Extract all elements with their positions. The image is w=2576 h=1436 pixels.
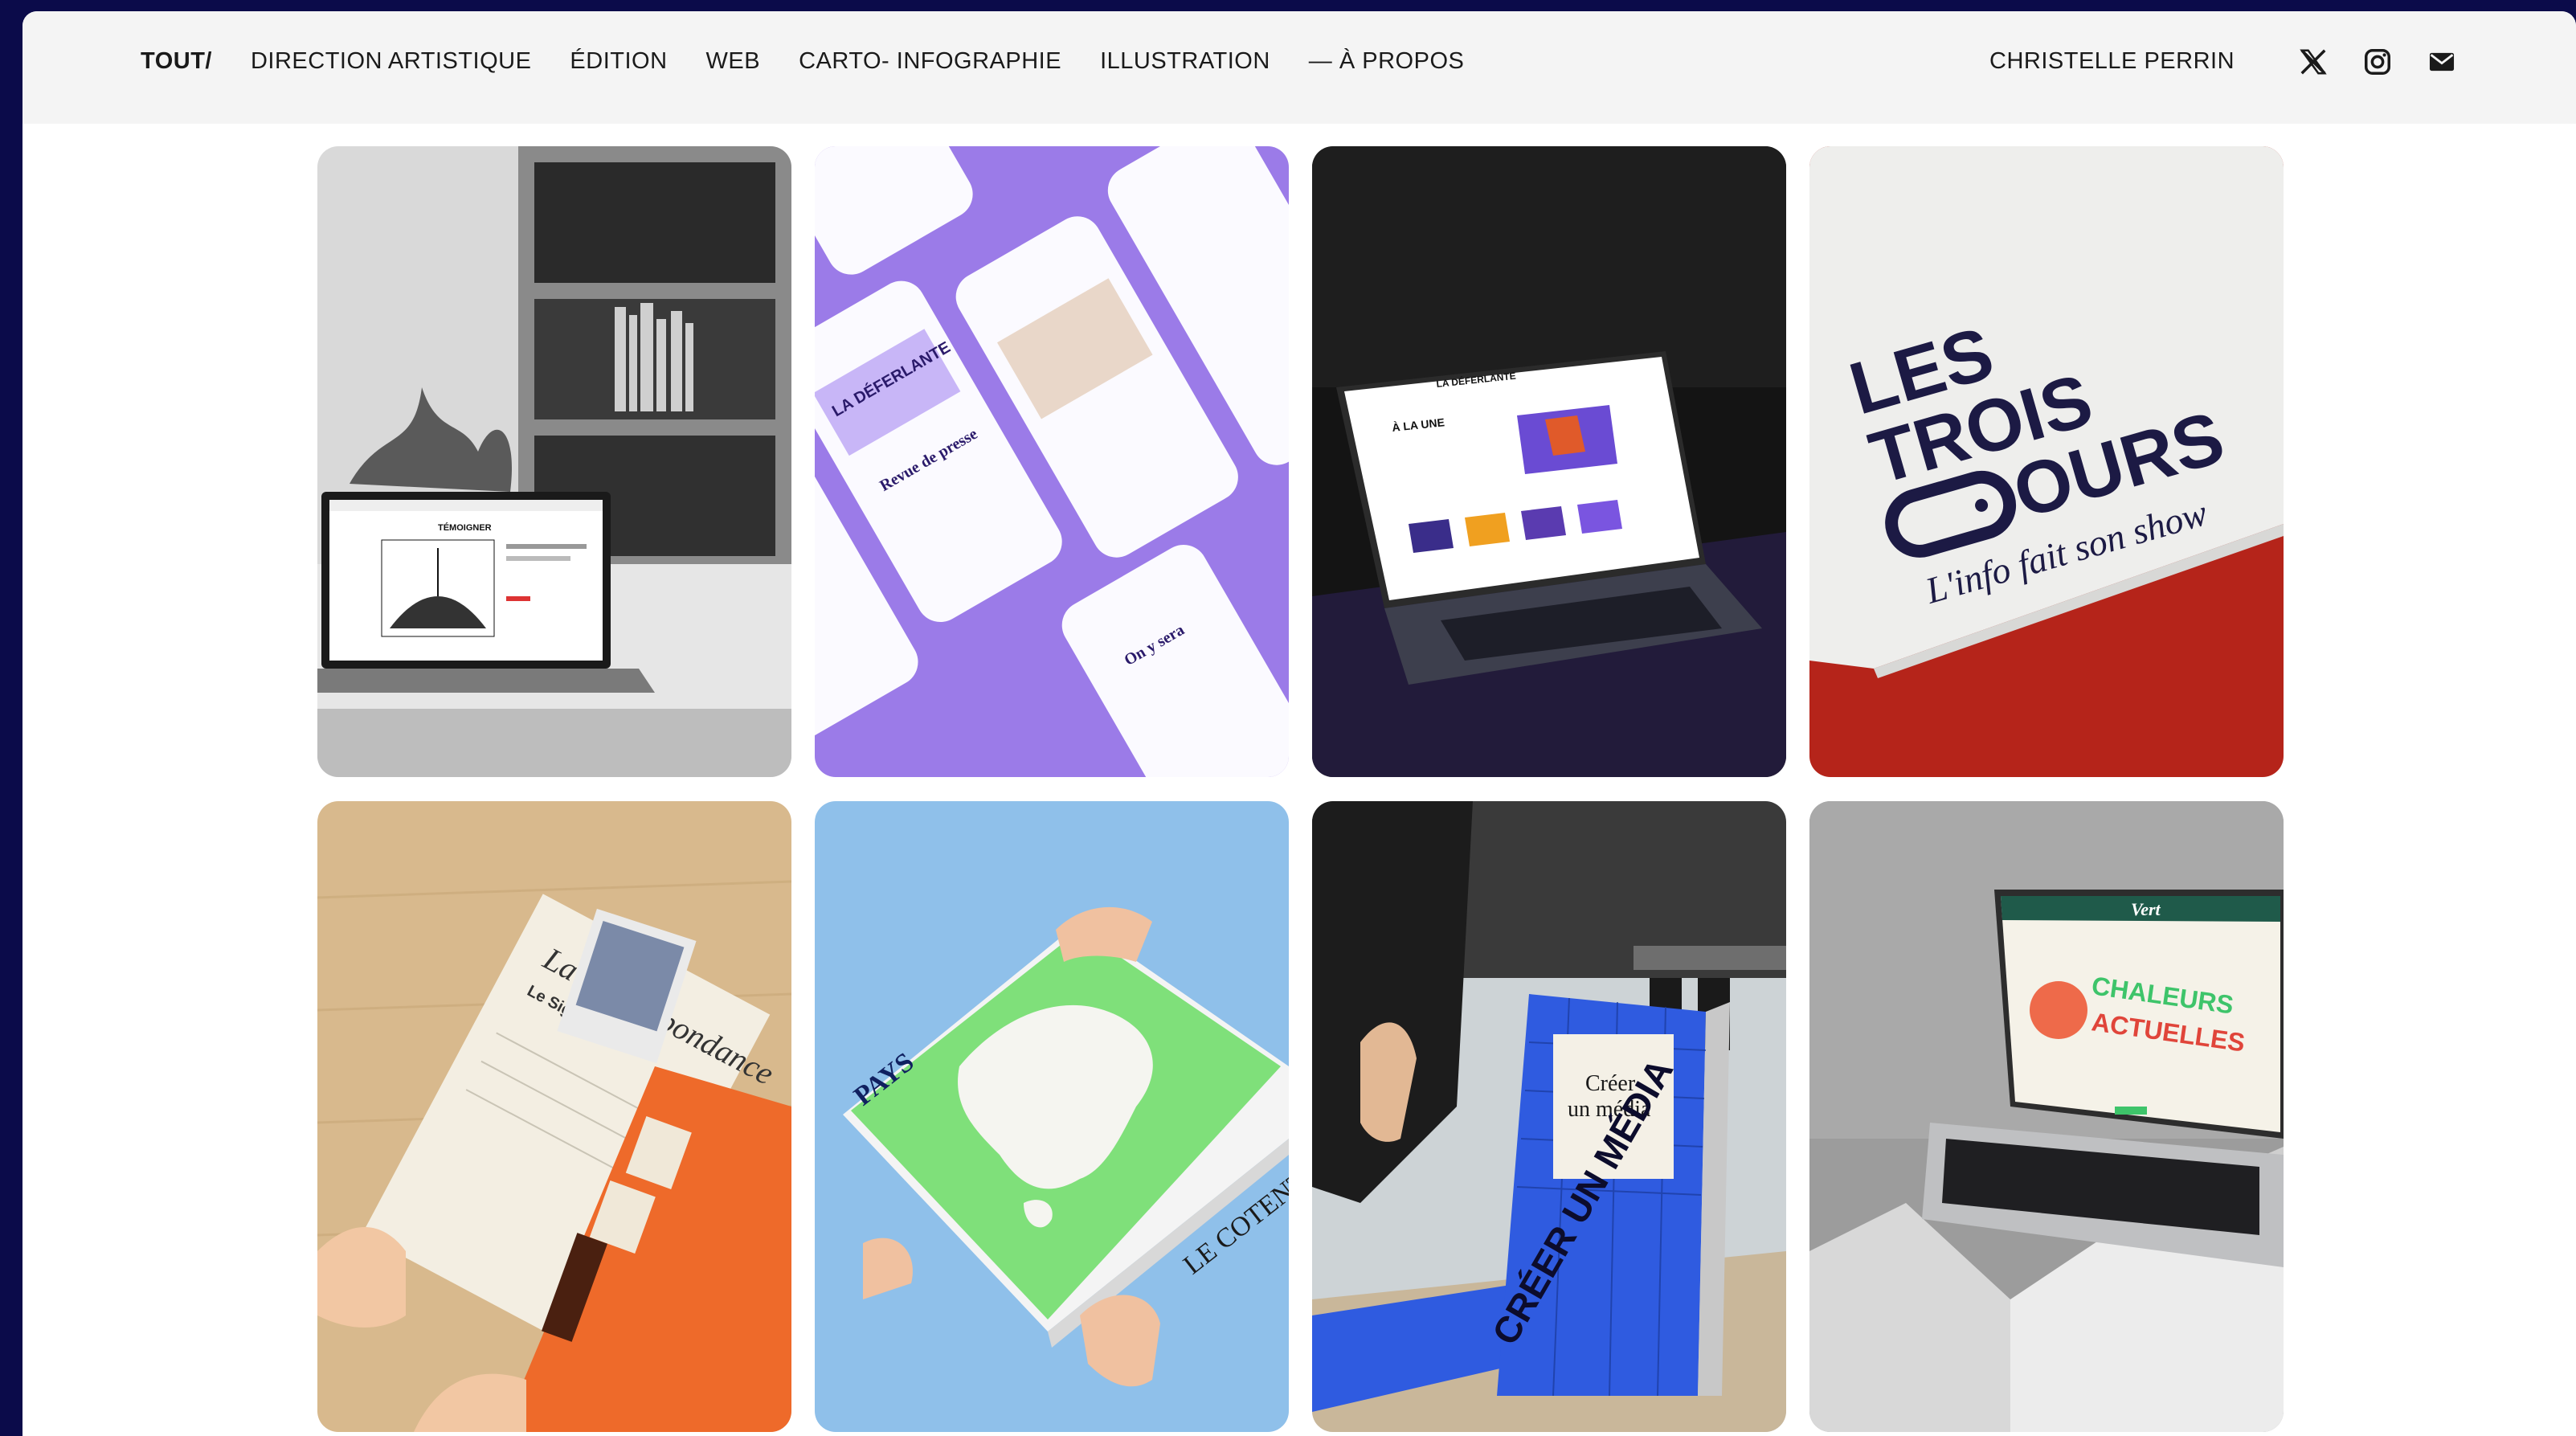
project-card-envelope[interactable]: La Correspondance Le Signal — [317, 801, 791, 1432]
project-card-laptop-bw[interactable]: TÉMOIGNER — [317, 146, 791, 777]
project-image-phones-purple: LA DÉFERLANTE Revue de presse On y sera — [815, 146, 1289, 777]
browser-window: TOUT/ DIRECTION ARTISTIQUE ÉDITION WEB C… — [22, 11, 2576, 1436]
nav-carto-infographie[interactable]: CARTO- INFOGRAPHIE — [799, 48, 1061, 75]
project-card-laptop-vert[interactable]: Vert CHALEURS ACTUELLES — [1809, 801, 2284, 1432]
project-image-envelope: La Correspondance Le Signal — [317, 801, 791, 1432]
project-grid: TÉMOIGNER LA DÉFERLANTE Revue de presse — [317, 146, 2284, 1432]
project-card-creer-un-media[interactable]: Créer un média CRÉER UN MÉDIA — [1312, 801, 1786, 1432]
project-image-laptop-bw: TÉMOIGNER — [317, 146, 791, 777]
nav-illustration[interactable]: ILLUSTRATION — [1100, 48, 1270, 75]
top-navigation: TOUT/ DIRECTION ARTISTIQUE ÉDITION WEB C… — [22, 11, 2576, 124]
nav-a-propos[interactable]: — À PROPOS — [1309, 48, 1465, 75]
project-image-laptop-vert: Vert CHALEURS ACTUELLES — [1809, 801, 2284, 1432]
instagram-icon[interactable] — [2362, 47, 2393, 77]
project-card-laptop-dark[interactable]: LA DÉFERLANTE À LA UNE — [1312, 146, 1786, 777]
x-icon[interactable] — [2298, 47, 2329, 77]
main-nav: TOUT/ DIRECTION ARTISTIQUE ÉDITION WEB C… — [141, 48, 1464, 75]
project-image-creer-un-media: Créer un média CRÉER UN MÉDIA — [1312, 801, 1786, 1432]
project-card-phones-purple[interactable]: LA DÉFERLANTE Revue de presse On y sera — [815, 146, 1289, 777]
site-owner-link[interactable]: CHRISTELLE PERRIN — [1989, 48, 2235, 75]
nav-edition[interactable]: ÉDITION — [570, 48, 667, 75]
nav-web[interactable]: WEB — [706, 48, 761, 75]
laptop-vert-brand: Vert — [2131, 899, 2161, 919]
social-links — [2298, 47, 2457, 77]
project-card-map-book[interactable]: PAYS LE COTENTIN — [815, 801, 1289, 1432]
nav-direction-artistique[interactable]: DIRECTION ARTISTIQUE — [251, 48, 531, 75]
mail-icon[interactable] — [2427, 47, 2457, 77]
laptop-screen-title: TÉMOIGNER — [438, 522, 492, 533]
nav-tout[interactable]: TOUT/ — [141, 48, 212, 75]
project-image-laptop-dark: LA DÉFERLANTE À LA UNE — [1312, 146, 1786, 777]
project-image-les-trois-ours: LES TROIS OURS L'info fait son show — [1809, 146, 2284, 777]
project-card-les-trois-ours[interactable]: LES TROIS OURS L'info fait son show — [1809, 146, 2284, 777]
project-image-map-book: PAYS LE COTENTIN — [815, 801, 1289, 1432]
